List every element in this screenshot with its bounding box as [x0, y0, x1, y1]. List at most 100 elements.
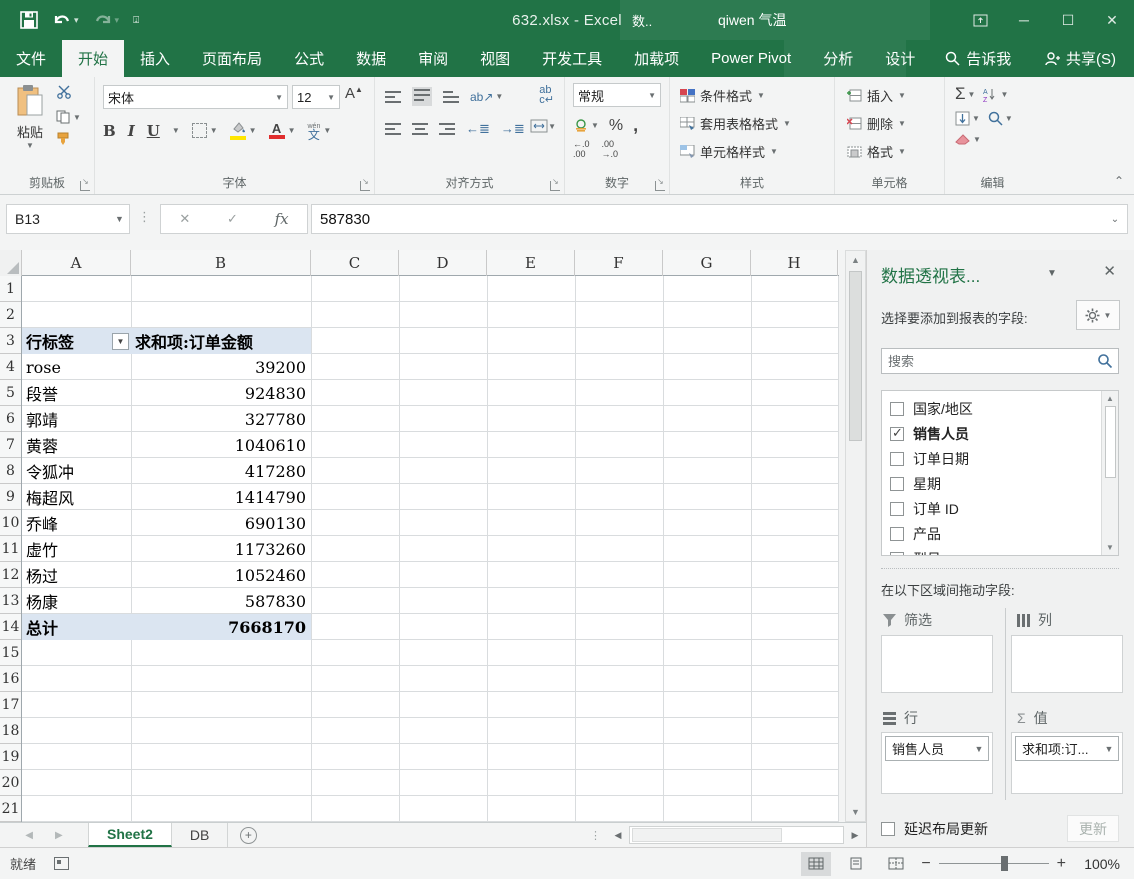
pivot-row[interactable]: 令狐冲417280 — [22, 458, 311, 484]
fill-color-button[interactable]: ▼ — [230, 121, 257, 140]
collapse-ribbon-button[interactable]: ⌃ — [1114, 174, 1124, 188]
rows-field-pill[interactable]: 销售人员▼ — [885, 736, 989, 761]
row-header[interactable]: 9 — [0, 484, 21, 510]
horizontal-scrollbar[interactable] — [629, 826, 844, 844]
normal-view-button[interactable] — [801, 852, 831, 876]
formula-input[interactable] — [312, 211, 1103, 228]
conditional-formatting-button[interactable]: 条件格式▼ — [680, 86, 791, 105]
italic-button[interactable]: I — [128, 122, 135, 140]
checkbox[interactable] — [890, 452, 904, 466]
pill-dropdown-caret[interactable]: ▼ — [1100, 744, 1118, 754]
row-header[interactable]: 2 — [0, 302, 21, 328]
find-select-button[interactable]: ▼ — [988, 111, 1013, 126]
update-button[interactable]: 更新 — [1067, 815, 1119, 842]
row-header[interactable]: 21 — [0, 796, 21, 822]
field-search-input[interactable] — [882, 354, 1097, 369]
scroll-down-icon[interactable]: ▼ — [1106, 540, 1114, 555]
format-as-table-button[interactable]: 套用表格格式▼ — [680, 114, 791, 133]
pivot-row[interactable]: 郭靖327780 — [22, 406, 311, 432]
bold-button[interactable]: B — [103, 122, 116, 140]
column-header-f[interactable]: F — [575, 250, 663, 276]
rows-drop-area[interactable]: 销售人员▼ — [881, 732, 993, 794]
accounting-format-button[interactable]: ▼ — [573, 119, 599, 132]
align-center-icon[interactable] — [412, 123, 428, 135]
font-size-combo[interactable]: 12▼ — [292, 85, 340, 109]
increase-indent-icon[interactable]: →≣ — [501, 121, 525, 137]
save-button[interactable] — [20, 11, 38, 29]
customize-qat-button[interactable]: ⍗ — [133, 15, 139, 26]
tab-home[interactable]: 开始 — [62, 40, 124, 77]
decrease-indent-icon[interactable]: ←≣ — [466, 121, 490, 137]
borders-button[interactable]: ▼ — [192, 123, 218, 138]
vertical-scrollbar[interactable]: ▲ ▼ — [845, 250, 866, 822]
zoom-slider[interactable] — [939, 863, 1049, 864]
paste-button[interactable]: 粘贴 ▼ — [8, 85, 52, 150]
row-header[interactable]: 3 — [0, 328, 21, 354]
redo-dropdown-caret[interactable]: ▾ — [115, 15, 120, 26]
sheet-tab-sheet2[interactable]: Sheet2 — [88, 823, 172, 847]
tab-addins[interactable]: 加载项 — [618, 40, 695, 77]
percent-style-button[interactable]: % — [609, 117, 623, 135]
column-header-e[interactable]: E — [487, 250, 575, 276]
page-break-view-button[interactable] — [881, 852, 911, 876]
columns-drop-area[interactable] — [1011, 635, 1123, 693]
confirm-entry-icon[interactable]: ✓ — [227, 211, 238, 227]
tab-view[interactable]: 视图 — [464, 40, 526, 77]
row-header[interactable]: 19 — [0, 744, 21, 770]
tab-data[interactable]: 数据 — [340, 40, 402, 77]
scroll-up-icon[interactable]: ▲ — [851, 251, 860, 269]
font-name-combo[interactable]: 宋体▼ — [103, 85, 288, 109]
pivot-row[interactable]: 虚竹1173260 — [22, 536, 311, 562]
scroll-down-icon[interactable]: ▼ — [851, 803, 860, 821]
field-item-order-id[interactable]: 订单 ID — [882, 496, 1101, 521]
cut-button[interactable] — [56, 85, 81, 102]
clear-button[interactable]: ▼ — [955, 133, 1013, 145]
close-button[interactable]: ✕ — [1090, 0, 1134, 40]
ribbon-display-options-button[interactable] — [958, 0, 1002, 40]
pivot-grand-total-row[interactable]: 总计7668170 — [22, 614, 311, 640]
pivot-row[interactable]: rose39200 — [22, 354, 311, 380]
checkbox[interactable] — [890, 552, 904, 557]
row-header[interactable]: 18 — [0, 718, 21, 744]
sheet-nav-left-icon[interactable]: ◀ — [25, 830, 33, 841]
paste-dropdown-caret[interactable]: ▼ — [8, 141, 52, 150]
account-user-name[interactable]: qiwen 气温 — [718, 0, 786, 40]
row-header[interactable]: 15 — [0, 640, 21, 666]
pivot-row[interactable]: 段誉924830 — [22, 380, 311, 406]
checkbox[interactable] — [890, 477, 904, 491]
tell-me-box[interactable]: 告诉我 — [931, 40, 1025, 77]
name-box[interactable]: B13 ▼ — [6, 204, 130, 234]
pivot-row[interactable]: 梅超风1414790 — [22, 484, 311, 510]
row-header[interactable]: 20 — [0, 770, 21, 796]
row-header[interactable]: 5 — [0, 380, 21, 406]
field-item-product[interactable]: 产品 — [882, 521, 1101, 546]
zoom-slider-thumb[interactable] — [1001, 856, 1008, 871]
row-header[interactable]: 13 — [0, 588, 21, 614]
cell-styles-button[interactable]: 单元格样式▼ — [680, 142, 791, 161]
checkbox-checked[interactable] — [890, 427, 904, 441]
new-sheet-button[interactable]: + — [228, 823, 268, 847]
pivot-row[interactable]: 杨过1052460 — [22, 562, 311, 588]
maximize-button[interactable]: ☐ — [1046, 0, 1090, 40]
format-cells-button[interactable]: 格式▼ — [847, 142, 906, 161]
insert-function-icon[interactable]: fx — [275, 210, 289, 228]
field-item-country[interactable]: 国家/地区 — [882, 396, 1101, 421]
row-header[interactable]: 17 — [0, 692, 21, 718]
column-header-a[interactable]: A — [22, 250, 131, 276]
alignment-dialog-launcher[interactable] — [550, 181, 560, 191]
field-item-model[interactable]: 型号 — [882, 546, 1101, 556]
share-button[interactable]: 共享(S) — [1044, 40, 1116, 77]
column-header-d[interactable]: D — [399, 250, 487, 276]
row-header[interactable]: 8 — [0, 458, 21, 484]
select-all-corner[interactable] — [0, 250, 22, 276]
horizontal-scroll-thumb[interactable] — [632, 828, 782, 842]
tab-pivottable-design[interactable]: 设计 — [869, 40, 931, 77]
align-right-icon[interactable] — [439, 123, 455, 135]
minimize-button[interactable]: ─ — [1002, 0, 1046, 40]
clipboard-dialog-launcher[interactable] — [80, 181, 90, 191]
field-search-box[interactable] — [881, 348, 1119, 374]
cancel-entry-icon[interactable]: ✕ — [179, 211, 190, 227]
tab-page-layout[interactable]: 页面布局 — [186, 40, 278, 77]
row-header[interactable]: 11 — [0, 536, 21, 562]
values-drop-area[interactable]: 求和项:订...▼ — [1011, 732, 1123, 794]
